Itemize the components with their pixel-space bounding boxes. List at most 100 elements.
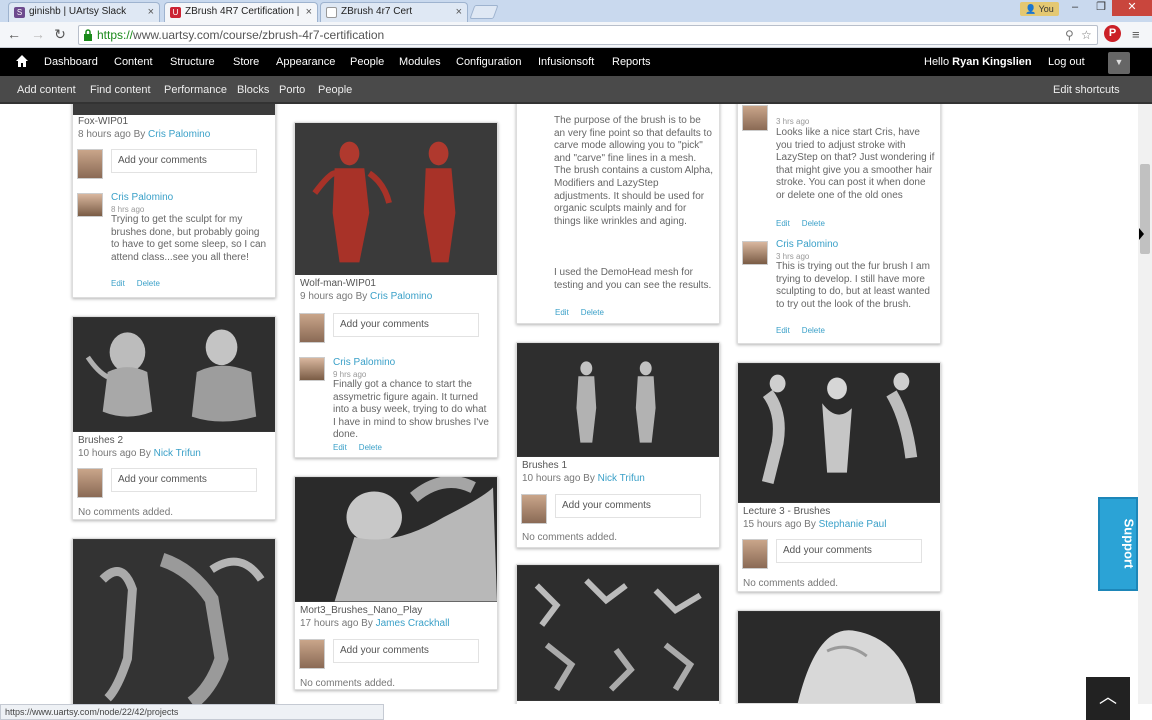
project-card-lecture3: Lecture 3 - Brushes 15 hours ago By Step… bbox=[737, 362, 941, 592]
figures-sculpt-image bbox=[517, 343, 719, 457]
comment-input[interactable]: Add your comments bbox=[111, 468, 257, 492]
comment-input[interactable]: Add your comments bbox=[111, 149, 257, 173]
lecture-sculpt-image bbox=[738, 363, 940, 503]
comment-edit-link[interactable]: Edit bbox=[333, 443, 347, 452]
comment-delete-link[interactable]: Delete bbox=[137, 279, 160, 288]
project-image[interactable] bbox=[73, 539, 275, 704]
maximize-icon[interactable]: ❐ bbox=[1088, 0, 1114, 16]
logout-link[interactable]: Log out bbox=[1048, 56, 1085, 68]
address-bar[interactable]: https://www.uartsy.com/course/zbrush-4r7… bbox=[78, 25, 1098, 45]
author-link[interactable]: Cris Palomino bbox=[148, 129, 210, 140]
admin-item-people[interactable]: People bbox=[350, 56, 384, 68]
shortcut-find-content[interactable]: Find content bbox=[90, 84, 151, 96]
comment-edit-link[interactable]: Edit bbox=[111, 279, 125, 288]
author-link[interactable]: Stephanie Paul bbox=[819, 519, 887, 530]
comment-text: Finally got a chance to start the assyme… bbox=[333, 379, 489, 441]
profile-button[interactable]: 👤 You bbox=[1020, 2, 1059, 16]
project-image[interactable] bbox=[295, 123, 497, 275]
author-link[interactable]: James Crackhall bbox=[376, 618, 450, 629]
project-card-dancers bbox=[72, 538, 276, 704]
project-title[interactable]: Wolf-man-WIP01 bbox=[300, 278, 376, 289]
browser-tab-slack[interactable]: S ginishb | UArtsy Slack × bbox=[8, 2, 160, 22]
project-image[interactable] bbox=[73, 104, 275, 115]
admin-item-appearance[interactable]: Appearance bbox=[276, 56, 335, 68]
admin-item-configuration[interactable]: Configuration bbox=[456, 56, 521, 68]
browser-tab-zbrush-cert[interactable]: U ZBrush 4R7 Certification | × bbox=[164, 2, 318, 22]
avatar bbox=[77, 149, 103, 179]
project-image[interactable] bbox=[738, 363, 940, 503]
admin-item-reports[interactable]: Reports bbox=[612, 56, 651, 68]
shortcut-add-content[interactable]: Add content bbox=[17, 84, 76, 96]
user-name[interactable]: Ryan Kingslien bbox=[952, 56, 1031, 68]
back-arrow-icon[interactable]: ← bbox=[6, 26, 22, 42]
support-label: Support bbox=[1121, 518, 1137, 569]
comment-edit-link[interactable]: Edit bbox=[555, 308, 569, 317]
chrome-menu-icon[interactable]: ≡ bbox=[1132, 27, 1140, 42]
project-title[interactable]: Brushes 2 bbox=[78, 435, 123, 446]
comment-delete-link[interactable]: Delete bbox=[581, 308, 604, 317]
admin-item-dashboard[interactable]: Dashboard bbox=[44, 56, 98, 68]
comment-input[interactable]: Add your comments bbox=[555, 494, 701, 518]
new-tab-button[interactable] bbox=[469, 5, 499, 19]
browser-tab-zbrush-cert-2[interactable]: ZBrush 4r7 Cert × bbox=[320, 2, 468, 22]
support-button[interactable]: Support bbox=[1098, 497, 1138, 591]
comment-delete-link[interactable]: Delete bbox=[802, 219, 825, 228]
project-card-creature bbox=[737, 610, 941, 704]
comment-author[interactable]: Cris Palomino bbox=[776, 239, 838, 250]
project-description-2: I used the DemoHead mesh for testing and… bbox=[554, 267, 712, 291]
close-tab-icon[interactable]: × bbox=[148, 6, 154, 18]
mouse-cursor-icon bbox=[1139, 228, 1144, 240]
pinterest-icon[interactable]: P bbox=[1104, 25, 1121, 42]
comment-edit-link[interactable]: Edit bbox=[776, 219, 790, 228]
edit-shortcuts-link[interactable]: Edit shortcuts bbox=[1053, 84, 1120, 96]
avatar bbox=[521, 494, 547, 524]
close-window-icon[interactable]: ✕ bbox=[1112, 0, 1152, 16]
project-image[interactable] bbox=[73, 317, 275, 432]
scrollbar-thumb[interactable] bbox=[1140, 164, 1150, 254]
comment-input[interactable]: Add your comments bbox=[333, 639, 479, 663]
comment-author[interactable]: Cris Palomino bbox=[111, 192, 173, 203]
bookmark-star-icon[interactable]: ☆ bbox=[1081, 28, 1092, 42]
author-link[interactable]: Cris Palomino bbox=[370, 291, 432, 302]
close-tab-icon[interactable]: × bbox=[456, 6, 462, 18]
search-icon[interactable]: ⚲ bbox=[1065, 28, 1074, 42]
comment-edit-link[interactable]: Edit bbox=[776, 326, 790, 335]
shortcut-blocks[interactable]: Blocks bbox=[237, 84, 269, 96]
comment-delete-link[interactable]: Delete bbox=[802, 326, 825, 335]
project-image[interactable] bbox=[517, 343, 719, 457]
project-title[interactable]: Brushes 1 bbox=[522, 460, 567, 471]
close-tab-icon[interactable]: × bbox=[306, 6, 312, 18]
url-text: https://www.uartsy.com/course/zbrush-4r7… bbox=[97, 28, 385, 42]
comment-author[interactable]: Cris Palomino bbox=[333, 357, 395, 368]
project-image[interactable] bbox=[517, 565, 719, 701]
comment-input[interactable]: Add your comments bbox=[333, 313, 479, 337]
reload-icon[interactable]: ↻ bbox=[52, 26, 68, 42]
comment-input[interactable]: Add your comments bbox=[776, 539, 922, 563]
project-title[interactable]: Mort3_Brushes_Nano_Play bbox=[300, 605, 422, 616]
admin-item-modules[interactable]: Modules bbox=[399, 56, 441, 68]
project-title[interactable]: Fox-WIP01 bbox=[78, 116, 128, 127]
shortcut-people[interactable]: People bbox=[318, 84, 352, 96]
author-link[interactable]: Nick Trifun bbox=[154, 448, 201, 459]
comment-delete-link[interactable]: Delete bbox=[359, 443, 382, 452]
admin-item-content[interactable]: Content bbox=[114, 56, 153, 68]
page-scrollbar[interactable] bbox=[1138, 104, 1152, 704]
admin-item-store[interactable]: Store bbox=[233, 56, 259, 68]
shortcut-performance[interactable]: Performance bbox=[164, 84, 227, 96]
admin-item-structure[interactable]: Structure bbox=[170, 56, 215, 68]
wolfman-sculpt-image bbox=[295, 123, 497, 275]
project-image[interactable] bbox=[295, 477, 497, 602]
admin-item-infusionsoft[interactable]: Infusionsoft bbox=[538, 56, 594, 68]
project-image[interactable] bbox=[738, 611, 940, 703]
project-meta: 8 hours ago By Cris Palomino bbox=[78, 129, 211, 140]
home-icon[interactable] bbox=[16, 55, 28, 67]
author-link[interactable]: Nick Trifun bbox=[598, 473, 645, 484]
back-to-top-button[interactable]: ︿ bbox=[1086, 677, 1130, 720]
comment-time: 3 hrs ago bbox=[776, 252, 810, 261]
project-title[interactable]: Lecture 3 - Brushes bbox=[743, 506, 830, 517]
shortcut-porto[interactable]: Porto bbox=[279, 84, 305, 96]
avatar bbox=[77, 193, 103, 217]
forward-arrow-icon[interactable]: → bbox=[30, 26, 46, 42]
minimize-icon[interactable]: – bbox=[1062, 0, 1088, 16]
chevron-down-icon[interactable]: ▼ bbox=[1108, 52, 1130, 74]
